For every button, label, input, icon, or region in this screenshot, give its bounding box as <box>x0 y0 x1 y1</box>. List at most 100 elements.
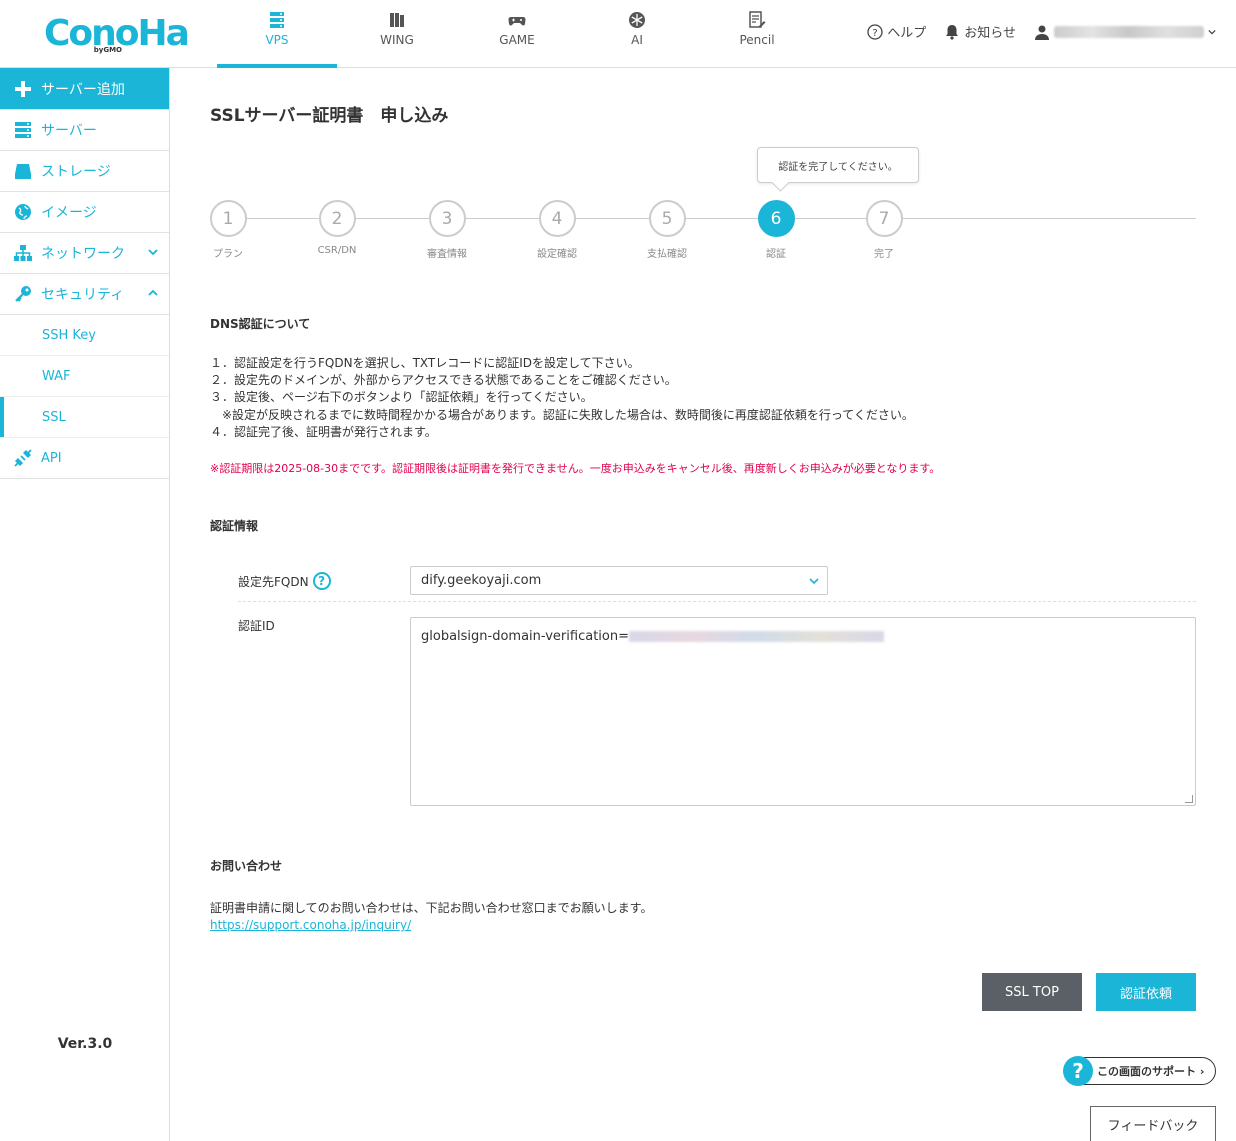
notice-link[interactable]: お知らせ <box>944 22 1016 41</box>
nav-game[interactable]: GAME <box>457 0 577 68</box>
step-6: 6 認証 <box>746 200 806 260</box>
row-divider <box>238 601 1196 602</box>
api-icon <box>14 449 32 467</box>
storage-icon <box>15 164 31 179</box>
step-label: 認証 <box>766 249 786 260</box>
nav-wing[interactable]: WING <box>337 0 457 68</box>
sidebar-item-network[interactable]: ネットワーク <box>0 233 169 274</box>
stepper-line <box>228 218 1196 219</box>
globe-icon <box>15 204 31 220</box>
fqdn-select[interactable]: dify.geekoyaji.com <box>410 566 828 595</box>
nav-wing-label: WING <box>380 33 414 47</box>
step-label: 審査情報 <box>427 249 467 260</box>
help-label: ヘルプ <box>887 26 927 41</box>
step-circle: 4 <box>538 200 576 237</box>
sidebar-item-server[interactable]: サーバー <box>0 110 169 151</box>
request-verification-button[interactable]: 認証依頼 <box>1096 973 1196 1011</box>
instruction-line: １．認証設定を行うFQDNを選択し、TXTレコードに認証IDを設定して下さい。 <box>210 356 640 370</box>
logo-by-gmo: byGMO <box>93 46 122 54</box>
auth-id-label: 認証ID <box>238 619 275 633</box>
dns-section-title: DNS認証について <box>210 317 311 331</box>
help-icon: ? <box>867 23 883 40</box>
user-name-blurred <box>1054 25 1204 38</box>
sidebar-item-storage[interactable]: ストレージ <box>0 151 169 192</box>
step-2: 2 CSR/DN <box>307 200 367 256</box>
wing-icon <box>388 11 406 29</box>
step-label: 完了 <box>874 249 894 260</box>
top-header: ConoHa byGMO VPS WING GAME AI Pencil ? ヘ… <box>0 0 1236 68</box>
step-circle: 5 <box>648 200 686 237</box>
sidebar-item-api[interactable]: API <box>0 438 169 479</box>
step-label: 支払確認 <box>647 249 687 260</box>
network-icon <box>14 245 32 261</box>
step-4: 4 設定確認 <box>527 200 587 260</box>
contact-text: 証明書申請に関してのお問い合わせは、下記お問い合わせ窓口までお願いします。 <box>210 901 653 915</box>
server-icon <box>15 122 31 138</box>
deadline-warning: ※認証期限は2025-08-30までです。認証期限後は証明書を発行できません。一… <box>210 462 941 475</box>
svg-text:?: ? <box>873 28 878 39</box>
feedback-button[interactable]: フィードバック <box>1090 1106 1216 1141</box>
step-3: 3 審査情報 <box>417 200 477 260</box>
instruction-line: ※設定が反映されるまでに数時間程かかる場合があります。認証に失敗した場合は、数時… <box>210 407 914 422</box>
sidebar-item-security[interactable]: セキュリティ <box>0 274 169 315</box>
fqdn-label-text: 設定先FQDN <box>238 574 309 589</box>
contact-section-title: お問い合わせ <box>210 859 283 873</box>
help-icon[interactable]: ? <box>312 572 331 590</box>
sidebar-item-label: サーバー <box>41 123 97 139</box>
fqdn-label: 設定先FQDN ? <box>238 572 331 590</box>
auth-id-textarea[interactable]: globalsign-domain-verification= <box>410 617 1196 806</box>
chevron-up-icon <box>148 289 158 296</box>
user-menu[interactable] <box>1034 24 1216 40</box>
sidebar-add-server-label: サーバー追加 <box>41 81 125 98</box>
user-icon <box>1035 25 1049 40</box>
step-label: CSR/DN <box>317 245 357 256</box>
sidebar-item-label: API <box>41 450 62 466</box>
help-link[interactable]: ? ヘルプ <box>867 22 926 41</box>
progress-stepper: 1 プラン 2 CSR/DN 3 審査情報 4 設定確認 5 支払確認 6 認証… <box>209 200 1196 260</box>
sidebar: サーバー追加 サーバー ストレージ イメージ ネットワーク セキュリティ SSH… <box>0 68 170 1141</box>
step-1: 1 プラン <box>198 200 258 260</box>
chevron-down-icon <box>1208 29 1216 34</box>
ai-icon <box>628 11 646 29</box>
sidebar-item-label: セキュリティ <box>41 287 125 303</box>
sidebar-add-server[interactable]: サーバー追加 <box>0 68 169 110</box>
notice-label: お知らせ <box>964 26 1016 41</box>
step-label: 設定確認 <box>537 249 577 260</box>
bell-icon <box>946 24 959 40</box>
conoha-logo[interactable]: ConoHa byGMO <box>44 14 190 56</box>
sidebar-sub-ssh-key[interactable]: SSH Key <box>0 315 169 356</box>
fqdn-select-value: dify.geekoyaji.com <box>421 573 542 588</box>
nav-ai-label: AI <box>631 33 643 47</box>
step-7: 7 完了 <box>854 200 914 260</box>
sidebar-sub-ssl[interactable]: SSL <box>0 397 169 438</box>
screen-support-button[interactable]: ? この画面のサポート › <box>1063 1056 1216 1086</box>
dns-instructions: １．認証設定を行うFQDNを選択し、TXTレコードに認証IDを設定して下さい。 … <box>210 355 1110 441</box>
instruction-line: ４．認証完了後、証明書が発行されます。 <box>210 424 437 439</box>
nav-game-label: GAME <box>499 33 535 47</box>
support-label: この画面のサポート › <box>1097 1065 1205 1078</box>
nav-pencil[interactable]: Pencil <box>697 0 817 68</box>
inquiry-link[interactable]: https://support.conoha.jp/inquiry/ <box>210 918 411 932</box>
step-label: プラン <box>213 249 243 260</box>
nav-vps[interactable]: VPS <box>217 0 337 68</box>
step-circle: 7 <box>865 200 903 237</box>
contact-block: 証明書申請に関してのお問い合わせは、下記お問い合わせ窓口までお願いします。 ht… <box>210 900 652 934</box>
nav-pencil-label: Pencil <box>739 33 775 47</box>
step-circle: 6 <box>757 200 795 237</box>
pencil-icon <box>748 11 766 29</box>
question-icon: ? <box>1063 1056 1093 1086</box>
version-label: Ver.3.0 <box>57 1036 113 1052</box>
gamepad-icon <box>508 11 526 29</box>
sidebar-item-label: ストレージ <box>41 164 111 180</box>
header-right: ? ヘルプ お知らせ <box>867 22 1216 41</box>
resize-handle[interactable] <box>1185 795 1193 803</box>
chevron-down-icon <box>809 578 819 585</box>
step-circle: 2 <box>318 200 356 237</box>
sidebar-sub-waf[interactable]: WAF <box>0 356 169 397</box>
nav-ai[interactable]: AI <box>577 0 697 68</box>
ssl-top-button[interactable]: SSL TOP <box>982 973 1082 1011</box>
sidebar-item-image[interactable]: イメージ <box>0 192 169 233</box>
auth-id-row: 認証ID globalsign-domain-verification= <box>238 617 1196 807</box>
plus-icon <box>15 80 31 97</box>
fqdn-row: 設定先FQDN ? dify.geekoyaji.com <box>238 566 1196 602</box>
